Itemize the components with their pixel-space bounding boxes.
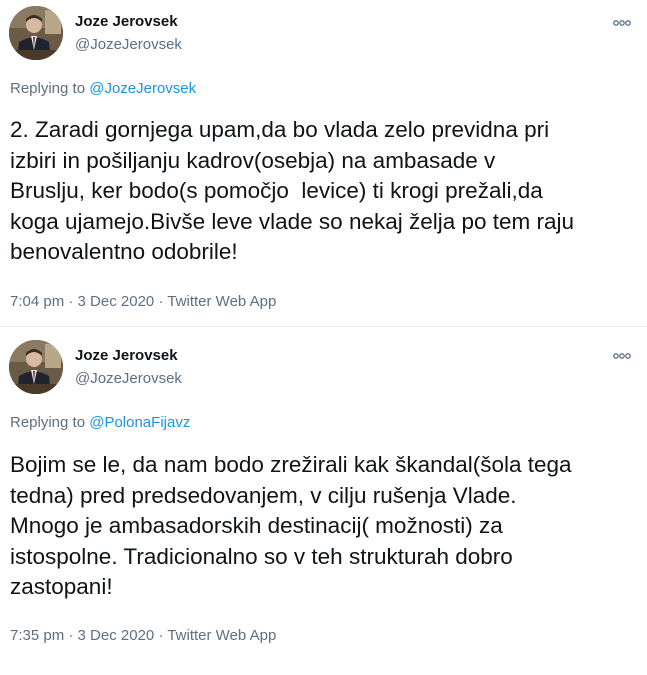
- meta-separator: ·: [64, 293, 78, 310]
- tweet-text: Bojim se le, da nam bodo zrežirali kak š…: [10, 452, 572, 599]
- tweet-date[interactable]: 3 Dec 2020: [78, 293, 155, 310]
- author-name[interactable]: Joze Jerovsek: [75, 347, 178, 364]
- tweet-1[interactable]: Joze Jerovsek @JozeJerovsek Replying to …: [0, 0, 647, 327]
- tweet-2[interactable]: Joze Jerovsek @JozeJerovsek Replying to …: [0, 327, 647, 675]
- author-handle[interactable]: @JozeJerovsek: [75, 36, 182, 53]
- tweet-date[interactable]: 3 Dec 2020: [78, 627, 155, 644]
- tweet-meta: 7:04 pm · 3 Dec 2020 · Twitter Web App: [10, 293, 276, 310]
- replying-to-link[interactable]: @PolonaFijavz: [89, 414, 190, 431]
- avatar[interactable]: [9, 6, 63, 60]
- replying-to: Replying to @JozeJerovsek: [10, 80, 196, 97]
- more-horizontal-icon[interactable]: [612, 16, 632, 28]
- meta-separator: ·: [154, 293, 168, 310]
- avatar[interactable]: [9, 340, 63, 394]
- replying-to: Replying to @PolonaFijavz: [10, 414, 190, 431]
- tweet-source[interactable]: Twitter Web App: [167, 293, 276, 310]
- replying-prefix: Replying to: [10, 414, 90, 431]
- replying-to-link[interactable]: @JozeJerovsek: [89, 80, 196, 97]
- replying-prefix: Replying to: [10, 80, 90, 97]
- tweet-source[interactable]: Twitter Web App: [167, 627, 276, 644]
- tweet-text: 2. Zaradi gornjega upam,da bo vlada zelo…: [10, 117, 575, 264]
- meta-separator: ·: [64, 627, 78, 644]
- author-handle[interactable]: @JozeJerovsek: [75, 370, 182, 387]
- author-name[interactable]: Joze Jerovsek: [75, 13, 178, 30]
- tweet-time[interactable]: 7:04 pm: [10, 293, 64, 310]
- tweet-time[interactable]: 7:35 pm: [10, 627, 64, 644]
- more-horizontal-icon[interactable]: [612, 349, 632, 361]
- tweet-meta: 7:35 pm · 3 Dec 2020 · Twitter Web App: [10, 627, 276, 644]
- meta-separator: ·: [154, 627, 168, 644]
